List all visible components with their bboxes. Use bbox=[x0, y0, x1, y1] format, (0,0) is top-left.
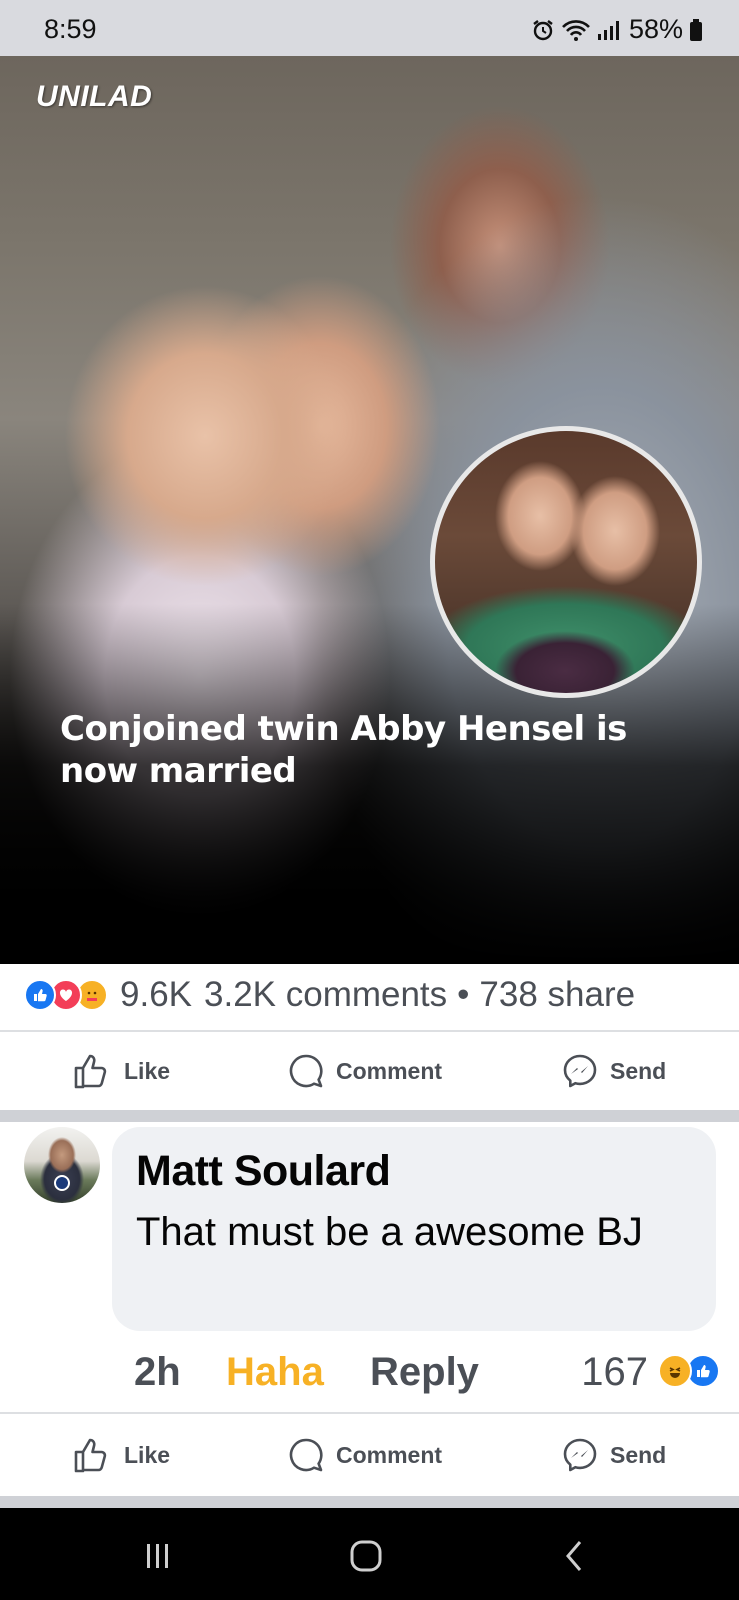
haha-reaction-icon bbox=[658, 1354, 692, 1388]
bottom-comment-button[interactable]: Comment bbox=[288, 1437, 442, 1473]
thumbs-up-icon bbox=[74, 1054, 107, 1089]
post-action-bar: Like Comment Send bbox=[0, 1030, 739, 1112]
post-like-label: Like bbox=[124, 1057, 171, 1084]
post-stats[interactable]: 9.6K 3.2K comments • 738 share bbox=[0, 964, 739, 1026]
back-button[interactable] bbox=[544, 1536, 604, 1576]
system-nav-bar bbox=[0, 1508, 739, 1600]
post-comment-label: Comment bbox=[336, 1057, 443, 1084]
back-icon bbox=[566, 1541, 582, 1571]
post-like-button[interactable]: Like bbox=[72, 1051, 170, 1091]
stats-separator: • bbox=[457, 975, 470, 1014]
comment-reaction-icons[interactable] bbox=[658, 1354, 720, 1388]
recent-apps-button[interactable] bbox=[128, 1536, 188, 1576]
comment-icon bbox=[289, 1054, 323, 1088]
bottom-action-bar: Like Comment Send bbox=[0, 1414, 739, 1496]
comments-count[interactable]: 3.2K comments bbox=[204, 975, 447, 1015]
post-send-button[interactable]: Send bbox=[562, 1053, 666, 1089]
comment-reaction-count[interactable]: 167 bbox=[581, 1350, 648, 1395]
status-time: 8:59 bbox=[44, 14, 97, 44]
post-comment-button[interactable]: Comment bbox=[288, 1053, 442, 1089]
battery-percent: 58% bbox=[628, 14, 683, 44]
bottom-send-label: Send bbox=[610, 1441, 667, 1468]
reaction-icons bbox=[24, 979, 108, 1011]
reaction-count: 9.6K bbox=[120, 975, 192, 1014]
section-divider bbox=[0, 1110, 739, 1122]
signal-icon bbox=[597, 20, 619, 40]
bottom-like-label: Like bbox=[124, 1441, 171, 1468]
bottom-comment-label: Comment bbox=[336, 1441, 443, 1468]
comment-haha-button[interactable]: Haha bbox=[226, 1350, 324, 1395]
home-icon bbox=[350, 1540, 382, 1572]
thumbs-up-icon bbox=[74, 1438, 107, 1473]
shares-count[interactable]: 738 share bbox=[479, 975, 635, 1015]
post-image[interactable]: UNILAD Conjoined twin Abby Hensel is now… bbox=[0, 56, 739, 964]
bottom-send-button[interactable]: Send bbox=[562, 1437, 666, 1473]
battery-icon bbox=[690, 18, 702, 41]
brand-logo: UNILAD bbox=[36, 80, 153, 113]
inset-photo bbox=[430, 426, 702, 698]
post-send-label: Send bbox=[610, 1057, 667, 1084]
status-icons: 58% bbox=[531, 14, 703, 45]
messenger-icon bbox=[563, 1054, 597, 1088]
wifi-icon bbox=[562, 19, 590, 41]
post-headline: Conjoined twin Abby Hensel is now marrie… bbox=[60, 709, 627, 791]
comment-text: That must be a awesome BJ bbox=[136, 1210, 643, 1254]
comment-time: 2h bbox=[134, 1350, 181, 1394]
like-reaction-icon bbox=[24, 979, 56, 1011]
comment-reply-button[interactable]: Reply bbox=[370, 1350, 479, 1395]
alarm-icon bbox=[533, 19, 553, 40]
home-button[interactable] bbox=[336, 1536, 396, 1576]
status-bar: 8:59 58% bbox=[0, 0, 739, 56]
comment-author[interactable]: Matt Soulard bbox=[136, 1143, 692, 1199]
comment-meta: 2h Haha Reply 167 bbox=[134, 1342, 720, 1402]
messenger-icon bbox=[563, 1438, 597, 1472]
avatar[interactable] bbox=[24, 1127, 100, 1203]
bottom-like-button[interactable]: Like bbox=[72, 1435, 170, 1475]
section-divider bbox=[0, 1496, 739, 1508]
comment-bubble[interactable]: Matt Soulard That must be a awesome BJ bbox=[112, 1127, 716, 1331]
avatar-badge bbox=[54, 1175, 70, 1191]
recent-apps-icon bbox=[147, 1544, 168, 1568]
comment-icon bbox=[289, 1438, 323, 1472]
